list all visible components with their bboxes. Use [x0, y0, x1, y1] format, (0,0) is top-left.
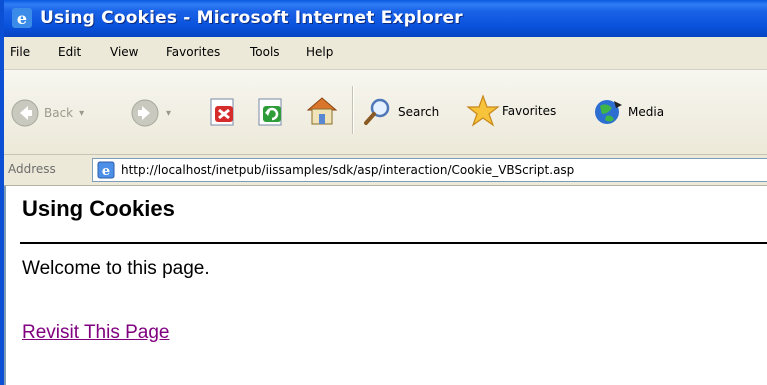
favorites-button[interactable]: Favorites	[466, 94, 556, 128]
search-button[interactable]: Search	[362, 96, 439, 128]
forward-dropdown-icon[interactable]: ▾	[166, 108, 171, 119]
page-heading: Using Cookies	[22, 196, 175, 221]
media-label: Media	[628, 105, 665, 119]
revisit-link[interactable]: Revisit This Page	[22, 322, 170, 344]
forward-arrow-icon	[131, 99, 159, 127]
heading-rule	[20, 242, 767, 244]
forward-button[interactable]: ▾	[130, 98, 171, 128]
menu-help[interactable]: Help	[306, 45, 333, 59]
favorites-label: Favorites	[502, 104, 557, 118]
home-icon	[306, 97, 338, 125]
svg-text:e: e	[17, 9, 27, 28]
menu-file[interactable]: File	[10, 45, 30, 59]
menu-edit[interactable]: Edit	[58, 45, 81, 59]
home-button[interactable]	[304, 94, 340, 128]
menu-view[interactable]: View	[110, 45, 138, 59]
address-url: http://localhost/inetpub/iissamples/sdk/…	[121, 163, 575, 177]
refresh-icon	[258, 98, 282, 126]
toolbar-separator	[352, 86, 353, 134]
browser-window: e Using Cookies - Microsoft Internet Exp…	[0, 0, 767, 385]
welcome-text: Welcome to this page.	[22, 258, 210, 279]
menu-bar: File Edit View Favorites Tools Help	[4, 37, 767, 70]
media-button[interactable]: Media	[592, 96, 664, 128]
search-icon	[364, 98, 390, 125]
menu-tools[interactable]: Tools	[250, 45, 280, 59]
back-dropdown-icon[interactable]: ▾	[79, 108, 84, 119]
window-title: Using Cookies - Microsoft Internet Explo…	[40, 8, 463, 28]
back-arrow-icon	[11, 99, 39, 127]
menu-favorites[interactable]: Favorites	[166, 45, 220, 59]
media-icon	[595, 100, 622, 124]
favorites-star-icon	[466, 94, 500, 127]
address-input[interactable]: e http://localhost/inetpub/iissamples/sd…	[92, 158, 767, 182]
search-label: Search	[398, 105, 440, 119]
address-label: Address	[8, 162, 56, 176]
title-bar[interactable]: e Using Cookies - Microsoft Internet Exp…	[4, 0, 767, 37]
page-content: Using Cookies Welcome to this page. Revi…	[4, 186, 767, 385]
stop-button[interactable]	[208, 96, 240, 128]
back-label: Back	[44, 106, 74, 120]
internet-explorer-icon: e	[12, 8, 32, 28]
address-bar: Address e http://localhost/inetpub/iissa…	[4, 155, 767, 186]
back-button[interactable]: Back ▾	[10, 98, 84, 128]
stop-icon	[210, 98, 234, 126]
refresh-button[interactable]	[256, 96, 288, 128]
page-ie-icon: e	[97, 161, 115, 179]
svg-text:e: e	[102, 164, 110, 179]
standard-toolbar: Back ▾ ▾ Search Favorites Media	[4, 70, 767, 155]
